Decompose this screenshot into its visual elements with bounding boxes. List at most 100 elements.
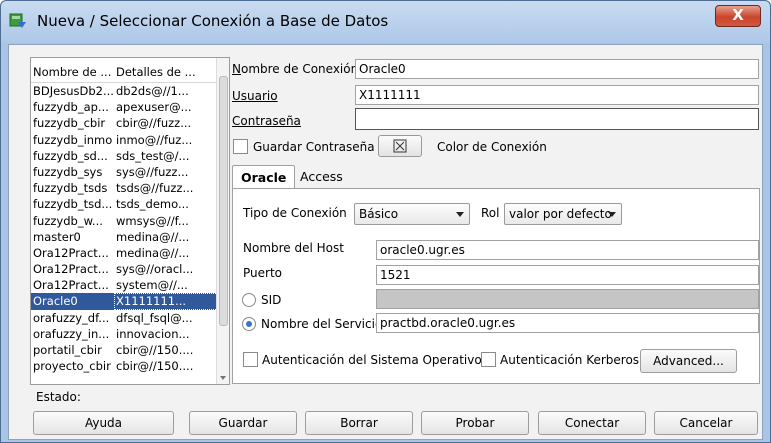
user-input[interactable]: X1111111 [355, 85, 759, 105]
connection-row-name: orafuzzy_df... [33, 310, 110, 325]
scrollbar-thumb[interactable] [219, 76, 228, 326]
connection-row-details: cbir@//150.... [116, 343, 194, 357]
connection-row-details: sys@//fuzz... [116, 164, 189, 179]
connection-row[interactable]: proyecto_cbir cbir@//150.... [31, 358, 229, 374]
connection-row-name: fuzzydb_w... [33, 213, 103, 228]
sid-input[interactable] [376, 289, 759, 309]
connection-row[interactable]: orafuzzy_df... dfsql_fsql@... [31, 310, 229, 326]
user-label: Usuario [232, 89, 278, 103]
connection-row-details: innovacion... [116, 326, 190, 341]
chevron-down-icon [608, 212, 616, 217]
tab-oracle[interactable]: Oracle [232, 165, 296, 189]
connection-row[interactable]: fuzzydb_sys sys@//fuzz... [31, 164, 229, 180]
dialog-window: Nueva / Seleccionar Conexión a Base de D… [0, 0, 771, 443]
port-input[interactable]: 1521 [376, 265, 759, 285]
connection-list-scrollbar[interactable] [216, 58, 229, 384]
sid-label: SID [261, 293, 282, 307]
window-title: Nueva / Seleccionar Conexión a Base de D… [37, 12, 389, 30]
connection-row-details: sds_test@/... [116, 148, 190, 163]
connection-row-details: inmo@//fuz... [116, 132, 193, 147]
connection-row[interactable]: fuzzydb_w... wmsys@//f... [31, 213, 229, 229]
connection-row-name: proyecto_cbir [33, 359, 111, 374]
connection-row-name: fuzzydb_ap... [33, 100, 109, 115]
connection-row[interactable]: fuzzydb_cbir cbir@//fuzz... [31, 115, 229, 131]
host-label: Nombre del Host [243, 241, 344, 255]
connection-row-details: X1111111... [114, 293, 218, 310]
connection-row[interactable]: master0 medina@//... [31, 229, 229, 245]
service-name-radio[interactable] [242, 317, 256, 331]
kerberos-label: Autenticación Kerberos [500, 353, 640, 367]
connection-row-name: fuzzydb_sys [33, 164, 103, 179]
service-name-input[interactable]: practbd.oracle0.ugr.es [376, 313, 759, 333]
color-picker-button[interactable] [378, 135, 422, 157]
connection-list[interactable]: Nombre de ... Detalles de ... BDJesusDb2… [30, 57, 230, 385]
connection-row[interactable]: fuzzydb_tsd... tsds_demo... [31, 196, 229, 212]
save-button[interactable]: Guardar [189, 411, 297, 435]
connection-row-name: orafuzzy_in... [33, 326, 110, 341]
chevron-down-icon [456, 212, 464, 217]
sid-radio[interactable] [242, 293, 256, 307]
connection-row[interactable]: portatil_cbir cbir@//150.... [31, 342, 229, 358]
password-label: Contraseña [232, 114, 301, 128]
connection-row-name: fuzzydb_tsd... [33, 197, 113, 212]
connection-name-label: Nombre de Conexión [232, 62, 359, 76]
color-label: Color de Conexión [437, 140, 547, 154]
connection-row-details: system@//... [116, 278, 188, 293]
connection-row[interactable]: Ora12Pract... medina@//... [31, 245, 229, 261]
conn-type-select[interactable]: Básico [354, 203, 470, 225]
connection-row-details: dfsql_fsql@... [116, 310, 193, 325]
connection-row[interactable]: fuzzydb_inmo inmo@//fuz... [31, 132, 229, 148]
os-auth-checkbox[interactable] [243, 352, 258, 367]
conn-type-value: Básico [359, 207, 399, 221]
connection-row-details: apexuser@... [116, 100, 192, 115]
connection-row-name: master0 [33, 229, 81, 244]
connection-row-details: medina@//... [116, 245, 190, 260]
test-button[interactable]: Probar [421, 411, 529, 435]
connection-row-details: cbir@//fuzz... [116, 116, 192, 131]
connection-row-details: db2ds@//1... [116, 84, 189, 98]
host-input[interactable]: oracle0.ugr.es [376, 240, 759, 260]
connection-row[interactable]: Ora12Pract... sys@//oracl... [31, 261, 229, 277]
port-label: Puerto [243, 266, 282, 280]
connection-row-details: tsds_demo... [116, 197, 189, 212]
connection-row[interactable]: BDJesusDb2... db2ds@//1... [31, 83, 229, 99]
service-name-label: Nombre del Servicio [261, 317, 383, 331]
connection-name-input[interactable]: Oracle0 [355, 59, 759, 79]
scroll-down-arrow-icon[interactable] [220, 376, 226, 380]
dialog-body: Nombre de ... Detalles de ... BDJesusDb2… [8, 44, 763, 440]
connection-row-name: Ora12Pract... [33, 278, 109, 293]
connection-name-label-rest: ombre de Conexión [240, 62, 359, 76]
tab-access[interactable]: Access [300, 165, 343, 189]
save-password-checkbox[interactable] [233, 139, 248, 154]
connection-row[interactable]: fuzzydb_tsds tsds@//fuzz... [31, 180, 229, 196]
status-label: Estado: [36, 390, 81, 404]
connect-button[interactable]: Conectar [538, 411, 646, 435]
title-bar[interactable]: Nueva / Seleccionar Conexión a Base de D… [1, 1, 770, 43]
column-header-name[interactable]: Nombre de ... [31, 65, 114, 79]
connection-row[interactable]: Ora12Pract... system@//... [31, 277, 229, 293]
database-connection-icon [9, 13, 26, 28]
connection-row-name: Ora12Pract... [33, 245, 109, 260]
connection-row-details: tsds@//fuzz... [116, 181, 194, 196]
connection-row[interactable]: fuzzydb_sd... sds_test@/... [31, 148, 229, 164]
connection-row[interactable]: Oracle0 X1111111... [31, 293, 229, 310]
connection-row[interactable]: orafuzzy_in... innovacion... [31, 326, 229, 342]
connection-row[interactable]: fuzzydb_ap... apexuser@... [31, 99, 229, 115]
role-select[interactable]: valor por defecto [504, 203, 622, 225]
role-value: valor por defecto [509, 207, 612, 221]
kerberos-checkbox[interactable] [481, 352, 496, 367]
color-picker-icon [393, 139, 407, 153]
delete-button[interactable]: Borrar [305, 411, 413, 435]
os-auth-label: Autenticación del Sistema Operativo [262, 353, 482, 367]
connection-row-name: fuzzydb_cbir [33, 116, 106, 131]
close-button[interactable]: X [715, 5, 761, 27]
connection-row-name: Ora12Pract... [33, 262, 109, 277]
help-button[interactable]: Ayuda [33, 411, 174, 435]
advanced-button[interactable]: Advanced... [640, 349, 737, 373]
column-header-details[interactable]: Detalles de ... [114, 65, 218, 79]
password-input[interactable] [355, 108, 759, 130]
connection-row-name: Oracle0 [33, 294, 78, 309]
connection-row-name: fuzzydb_inmo [33, 132, 113, 147]
cancel-button[interactable]: Cancelar [654, 411, 758, 435]
connection-row-details: wmsys@//f... [116, 213, 189, 228]
